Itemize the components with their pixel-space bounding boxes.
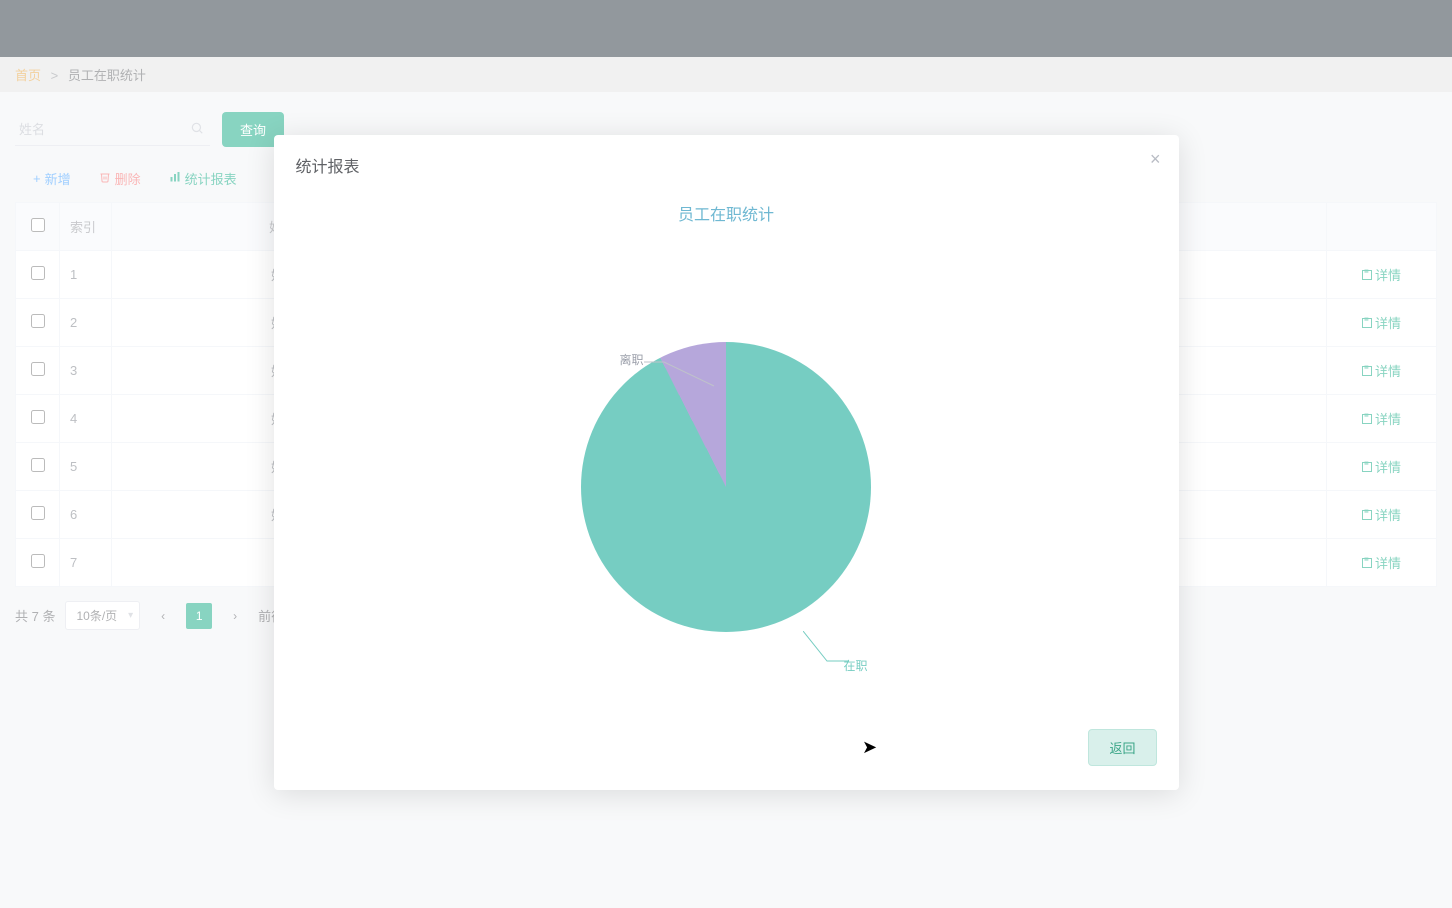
pie-label-off: 离职 <box>620 351 644 368</box>
modal-title: 统计报表 <box>296 153 1157 177</box>
modal-footer: 返回 <box>296 729 1157 766</box>
return-button[interactable]: 返回 <box>1088 729 1156 766</box>
chart-title: 员工在职统计 <box>296 201 1157 225</box>
modal-close-button[interactable]: × <box>1150 149 1161 170</box>
chart-area: 员工在职统计 离职 在职 <box>296 201 1157 711</box>
leader-line-off <box>644 358 716 388</box>
pie-chart <box>581 342 871 632</box>
stats-modal: 统计报表 × 员工在职统计 离职 在职 返回 <box>274 135 1179 790</box>
modal-overlay: 统计报表 × 员工在职统计 离职 在职 返回 <box>0 0 1452 908</box>
pie-label-on: 在职 <box>844 657 868 674</box>
